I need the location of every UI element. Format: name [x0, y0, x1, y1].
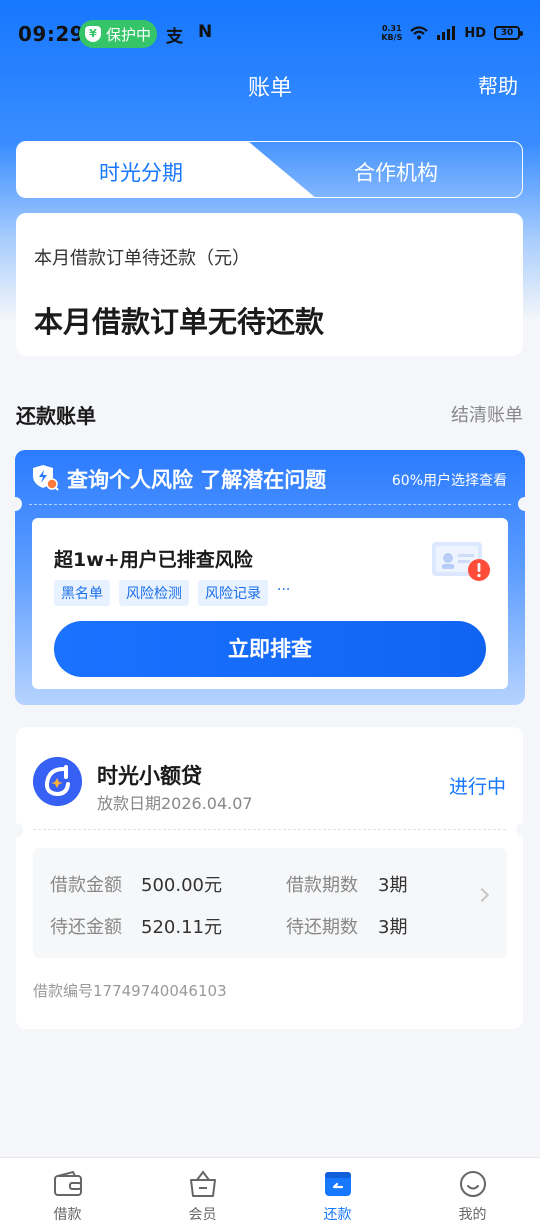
bottom-nav: 借款 会员 还款 我的 [0, 1157, 540, 1230]
notch [9, 823, 23, 837]
loan-date: 放款日期2026.04.07 [97, 794, 253, 813]
battery-icon: 30 [494, 26, 523, 40]
status-right: 0.31 KB/S HD 30 [381, 24, 523, 42]
pending-amount-value: 520.11元 [141, 917, 222, 938]
loan-card[interactable]: 时光小额贷 放款日期2026.04.07 进行中 借款金额 500.00元 借款… [9, 727, 530, 1029]
section-title: 还款账单 [16, 404, 96, 428]
risk-shield-icon [33, 465, 59, 491]
risk-tag: 黑名单 [54, 580, 110, 606]
periods-label: 借款期数 [286, 875, 358, 896]
nav-label: 借款 [53, 1207, 82, 1223]
nav-item-mine[interactable]: 我的 [405, 1158, 540, 1230]
divider [33, 829, 506, 830]
notch [8, 497, 22, 511]
periods-value: 3期 [378, 875, 408, 896]
nav-item-borrow[interactable]: 借款 [0, 1158, 135, 1230]
amount-label: 借款金额 [50, 875, 122, 896]
tab-shiguang-fenqi[interactable]: 时光分期 [99, 157, 183, 187]
smile-icon [459, 1171, 486, 1197]
risk-subtitle: 60%用户选择查看 [391, 473, 507, 489]
help-button[interactable]: 帮助 [478, 70, 518, 99]
signal-icon [437, 26, 456, 40]
status-bar: 09:29 ¥ 保护中 支 N 0.31 KB/S HD 30 [0, 0, 540, 66]
status-time: 09:29 [18, 22, 85, 46]
alipay-icon: 支 [166, 27, 183, 47]
risk-check-card: 查询个人风险 了解潜在问题 60%用户选择查看 超1w+用户已排查风险 黑名单 … [8, 450, 532, 705]
summary-label: 本月借款订单待还款（元） [34, 248, 250, 269]
page-title: 账单 [247, 76, 292, 101]
wifi-icon [410, 26, 429, 40]
repay-icon [324, 1172, 351, 1196]
risk-headline: 超1w+用户已排查风险 [54, 549, 253, 571]
amount-value: 500.00元 [141, 875, 222, 896]
protect-label: 保护中 [106, 25, 152, 44]
tab-hezuo-jigou[interactable]: 合作机构 [354, 157, 438, 187]
id-card-alert-icon [432, 542, 490, 581]
shield-icon: ¥ [85, 26, 101, 42]
pending-periods-label: 待还期数 [286, 917, 358, 938]
nav-label: 会员 [188, 1207, 217, 1223]
notch [518, 497, 532, 511]
divider [29, 504, 511, 505]
nfc-icon: N [198, 22, 213, 42]
nav-item-repay[interactable]: 还款 [270, 1158, 405, 1230]
pending-periods-value: 3期 [378, 917, 408, 938]
app-logo-icon [33, 757, 82, 806]
pending-amount-label: 待还金额 [50, 917, 122, 938]
nav-label: 我的 [458, 1207, 487, 1223]
loan-status: 进行中 [448, 776, 506, 798]
risk-title: 查询个人风险 了解潜在问题 [67, 468, 327, 492]
nav-label: 还款 [323, 1207, 352, 1223]
net-speed: 0.31 KB/S [381, 24, 403, 42]
tab-bar: 时光分期 合作机构 [16, 141, 523, 198]
loan-number: 借款编号17749740046103 [33, 982, 227, 1000]
loan-product-name: 时光小额贷 [97, 764, 202, 788]
notch [516, 823, 530, 837]
risk-tag: 风险记录 [198, 580, 268, 606]
risk-inner-panel: 超1w+用户已排查风险 黑名单 风险检测 风险记录 ··· 立即排查 [32, 518, 508, 689]
risk-tags-more: ··· [277, 582, 291, 598]
settled-bills-link[interactable]: 结清账单 [451, 401, 523, 427]
network-type: HD [464, 25, 486, 41]
protect-badge: ¥ 保护中 [79, 20, 157, 48]
risk-tags: 黑名单 风险检测 风险记录 ··· [54, 580, 290, 606]
risk-tag: 风险检测 [119, 580, 189, 606]
check-now-button[interactable]: 立即排查 [54, 621, 486, 677]
basket-icon [189, 1170, 216, 1197]
wallet-icon [53, 1170, 82, 1196]
nav-item-member[interactable]: 会员 [135, 1158, 270, 1230]
summary-value: 本月借款订单无待还款 [34, 305, 325, 339]
monthly-summary-card: 本月借款订单待还款（元） 本月借款订单无待还款 [16, 213, 523, 356]
chevron-right-icon [474, 887, 490, 903]
loan-detail-panel[interactable]: 借款金额 500.00元 借款期数 3期 待还金额 520.11元 待还期数 3… [33, 848, 507, 958]
